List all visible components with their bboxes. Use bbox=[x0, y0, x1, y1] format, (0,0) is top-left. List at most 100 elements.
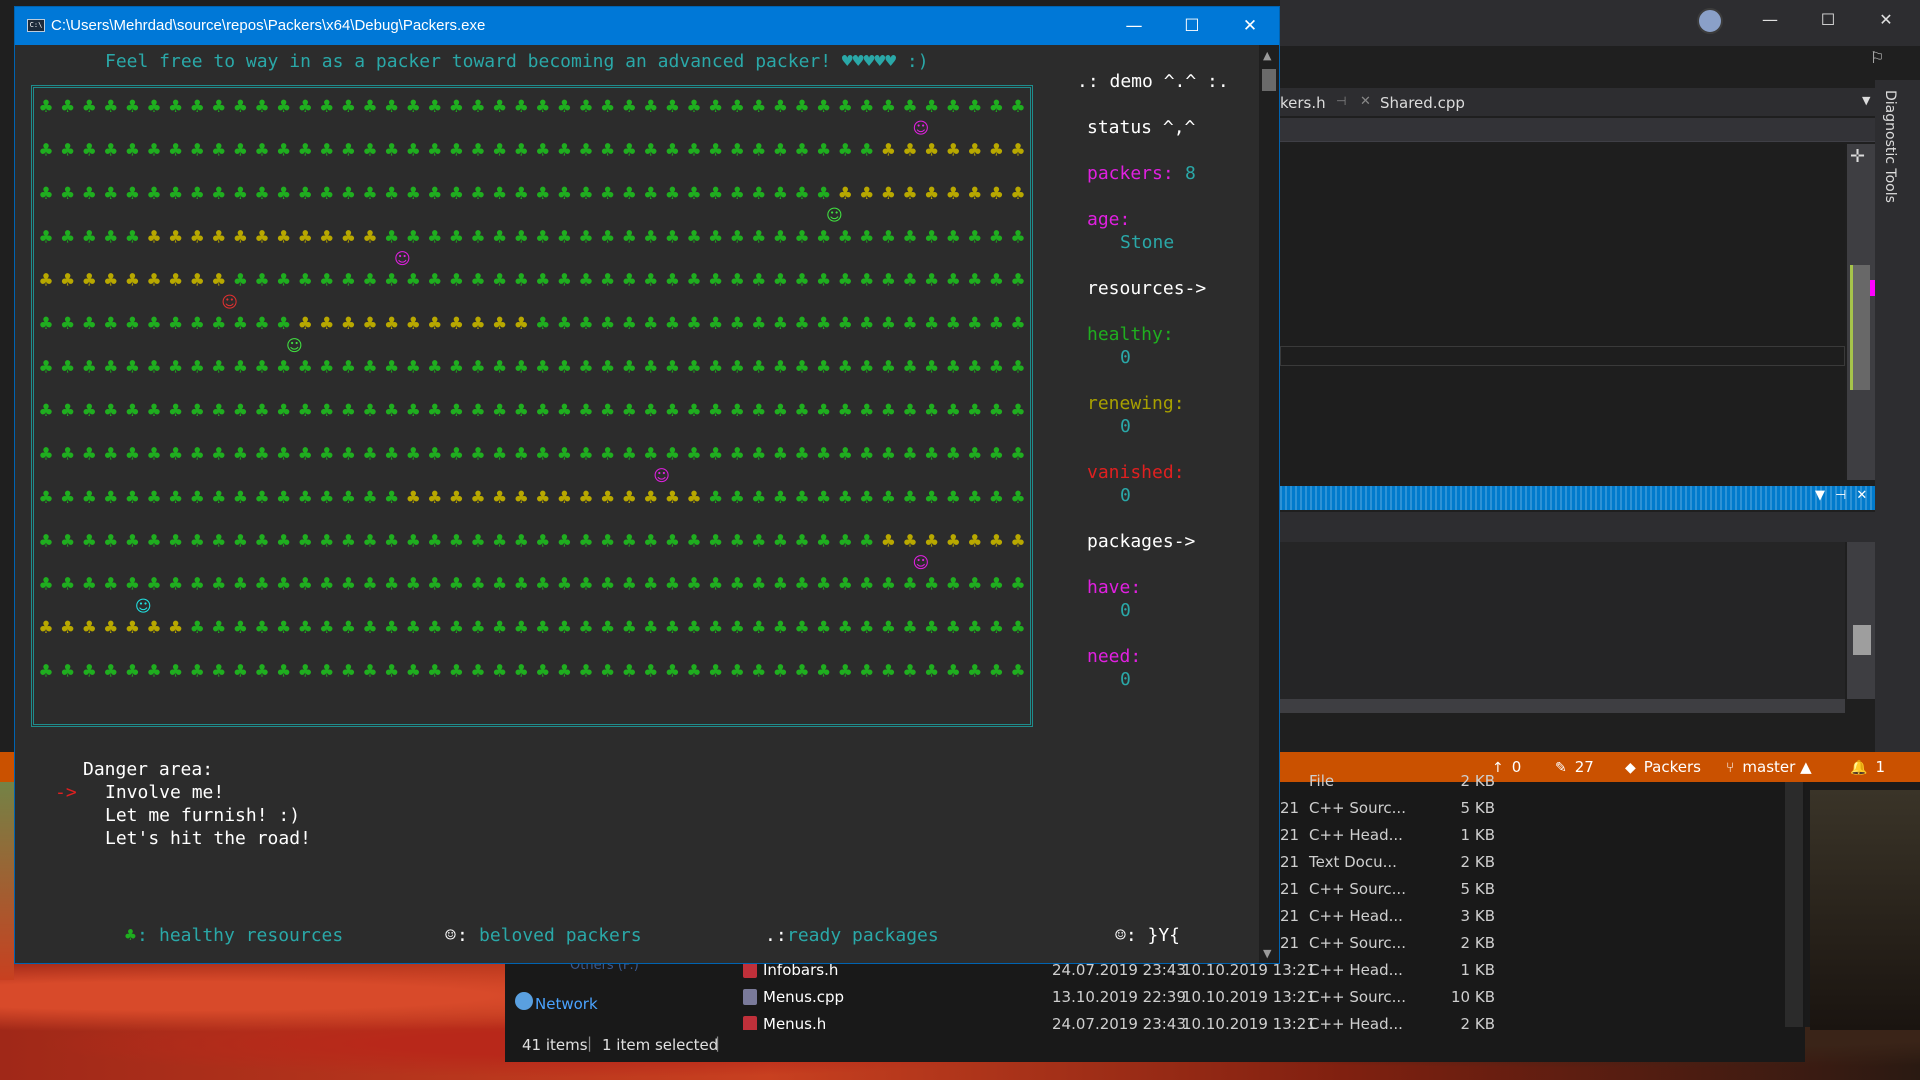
notifications[interactable]: 🔔 1 bbox=[1850, 758, 1885, 776]
resource-club-icon: ♣ bbox=[514, 662, 529, 682]
panel-dropdown-icon[interactable]: ▼ bbox=[1815, 488, 1825, 503]
resource-club-icon: ♣ bbox=[881, 271, 896, 291]
console-scroll-thumb[interactable] bbox=[1262, 69, 1276, 91]
resource-club-icon: ♣ bbox=[946, 618, 961, 638]
list-item[interactable]: 21 C++ Head... 3 KB bbox=[1280, 903, 1680, 930]
resource-club-icon: ♣ bbox=[708, 358, 723, 378]
resource-club-icon: ♣ bbox=[38, 531, 53, 551]
nav-item-network[interactable]: Network bbox=[535, 995, 598, 1013]
tool-panel-scrollbar[interactable] bbox=[1847, 542, 1875, 699]
editor-scroll-thumb[interactable] bbox=[1850, 265, 1870, 390]
resource-club-icon: ♣ bbox=[470, 618, 485, 638]
minimize-button[interactable]: — bbox=[1111, 13, 1157, 39]
resource-club-icon: ♣ bbox=[578, 662, 593, 682]
resource-club-icon: ♣ bbox=[82, 184, 97, 204]
packer-icon: ☺ bbox=[826, 206, 843, 225]
list-item[interactable]: File 2 KB bbox=[1280, 768, 1680, 795]
resource-club-icon: ♣ bbox=[989, 97, 1004, 117]
tab-shared-cpp[interactable]: Shared.cpp bbox=[1380, 94, 1465, 112]
resource-club-icon: ♣ bbox=[751, 271, 766, 291]
code-editor[interactable] bbox=[1280, 144, 1845, 480]
list-item[interactable]: 21 Text Docu... 2 KB bbox=[1280, 849, 1680, 876]
vs-close-icon[interactable]: ✕ bbox=[1866, 10, 1906, 29]
resource-club-icon: ♣ bbox=[1010, 184, 1025, 204]
resource-club-icon: ♣ bbox=[816, 444, 831, 464]
explorer-scrollbar[interactable] bbox=[1785, 782, 1803, 1027]
split-editor-icon[interactable]: ✛ bbox=[1850, 146, 1865, 167]
resource-club-icon: ♣ bbox=[946, 662, 961, 682]
resource-club-icon: ♣ bbox=[946, 97, 961, 117]
resource-club-icon: ♣ bbox=[492, 184, 507, 204]
scroll-down-icon[interactable]: ▼ bbox=[1263, 947, 1271, 960]
tab-list-dropdown-icon[interactable]: ▼ bbox=[1862, 94, 1870, 107]
resource-club-icon: ♣ bbox=[449, 618, 464, 638]
resource-club-icon: ♣ bbox=[557, 314, 572, 334]
resource-club-icon: ♣ bbox=[168, 575, 183, 595]
resource-club-icon: ♣ bbox=[708, 227, 723, 247]
resource-club-icon: ♣ bbox=[190, 488, 205, 508]
maximize-button[interactable]: ☐ bbox=[1169, 13, 1215, 39]
packers-label: packers: bbox=[1087, 163, 1174, 184]
resource-club-icon: ♣ bbox=[708, 575, 723, 595]
branch-selector[interactable]: ⑂ master ▲ bbox=[1726, 758, 1812, 776]
close-button[interactable]: ✕ bbox=[1227, 13, 1273, 39]
console-app-icon[interactable]: C:\ bbox=[27, 19, 45, 32]
console-titlebar[interactable]: C:\ C:\Users\Mehrdad\source\repos\Packer… bbox=[15, 7, 1279, 45]
list-item[interactable]: 21 C++ Sourc... 5 KB bbox=[1280, 795, 1680, 822]
diagnostic-tools-tab[interactable]: Diagnostic Tools bbox=[1882, 90, 1898, 203]
resource-club-icon: ♣ bbox=[708, 488, 723, 508]
list-item[interactable]: 21 C++ Sourc... 2 KB bbox=[1280, 930, 1680, 957]
resource-club-icon: ♣ bbox=[578, 618, 593, 638]
resource-club-icon: ♣ bbox=[816, 531, 831, 551]
resource-club-icon: ♣ bbox=[708, 401, 723, 421]
tab-close-icon[interactable]: ✕ bbox=[1360, 94, 1371, 109]
resource-club-icon: ♣ bbox=[557, 358, 572, 378]
menu-item-involve[interactable]: Involve me! bbox=[105, 782, 224, 803]
resource-club-icon: ♣ bbox=[816, 401, 831, 421]
console-scrollbar[interactable] bbox=[1259, 45, 1279, 963]
tool-panel-body[interactable] bbox=[1280, 542, 1845, 699]
resource-club-icon: ♣ bbox=[492, 314, 507, 334]
tool-panel-scroll-thumb[interactable] bbox=[1853, 625, 1871, 655]
resource-club-icon: ♣ bbox=[708, 662, 723, 682]
resource-club-icon: ♣ bbox=[816, 227, 831, 247]
resource-club-icon: ♣ bbox=[362, 358, 377, 378]
resource-club-icon: ♣ bbox=[38, 401, 53, 421]
tool-panel-hscrollbar[interactable] bbox=[1280, 699, 1845, 713]
menu-item-furnish[interactable]: Let me furnish! :) bbox=[105, 805, 300, 826]
tool-panel-titlebar[interactable] bbox=[1280, 486, 1875, 510]
resource-club-icon: ♣ bbox=[514, 575, 529, 595]
panel-pin-icon[interactable]: ⊣ bbox=[1835, 488, 1846, 503]
renewing-label: renewing: bbox=[1087, 393, 1185, 414]
vs-maximize-icon[interactable]: ☐ bbox=[1808, 10, 1848, 29]
resource-club-icon: ♣ bbox=[535, 140, 550, 160]
list-item[interactable]: 21 C++ Head... 1 KB bbox=[1280, 822, 1680, 849]
resource-club-icon: ♣ bbox=[967, 271, 982, 291]
resource-club-icon: ♣ bbox=[643, 531, 658, 551]
resource-club-icon: ♣ bbox=[319, 618, 334, 638]
resource-club-icon: ♣ bbox=[190, 358, 205, 378]
resource-club-icon: ♣ bbox=[254, 444, 269, 464]
scroll-up-icon[interactable]: ▲ bbox=[1263, 49, 1271, 62]
resource-club-icon: ♣ bbox=[838, 358, 853, 378]
menu-item-hit-road[interactable]: Let's hit the road! bbox=[105, 828, 311, 849]
account-avatar[interactable] bbox=[1697, 8, 1723, 34]
file-row[interactable]: Menus.cpp 13.10.2019 22:39 10.10.2019 13… bbox=[735, 984, 1535, 1011]
resource-club-icon: ♣ bbox=[924, 488, 939, 508]
resource-club-icon: ♣ bbox=[254, 662, 269, 682]
navigation-bar[interactable] bbox=[1280, 118, 1875, 142]
resource-club-icon: ♣ bbox=[730, 314, 745, 334]
feedback-icon[interactable]: ⚐ bbox=[1870, 48, 1884, 67]
list-item[interactable]: 21 C++ Sourc... 5 KB bbox=[1280, 876, 1680, 903]
panel-close-icon[interactable]: ✕ bbox=[1856, 488, 1867, 503]
packages-heading: packages-> bbox=[1087, 531, 1196, 552]
age-value: Stone bbox=[1120, 232, 1175, 253]
resource-club-icon: ♣ bbox=[967, 97, 982, 117]
console-output[interactable]: Feel free to way in as a packer toward b… bbox=[15, 45, 1259, 963]
resource-club-icon: ♣ bbox=[146, 97, 161, 117]
pin-icon[interactable]: ⊣ bbox=[1336, 94, 1346, 108]
welcome-message: Feel free to way in as a packer toward b… bbox=[105, 51, 929, 72]
tab-packers-h[interactable]: kers.h ⊣ ✕ bbox=[1280, 92, 1380, 116]
vs-minimize-icon[interactable]: — bbox=[1750, 10, 1790, 29]
resource-club-icon: ♣ bbox=[384, 662, 399, 682]
